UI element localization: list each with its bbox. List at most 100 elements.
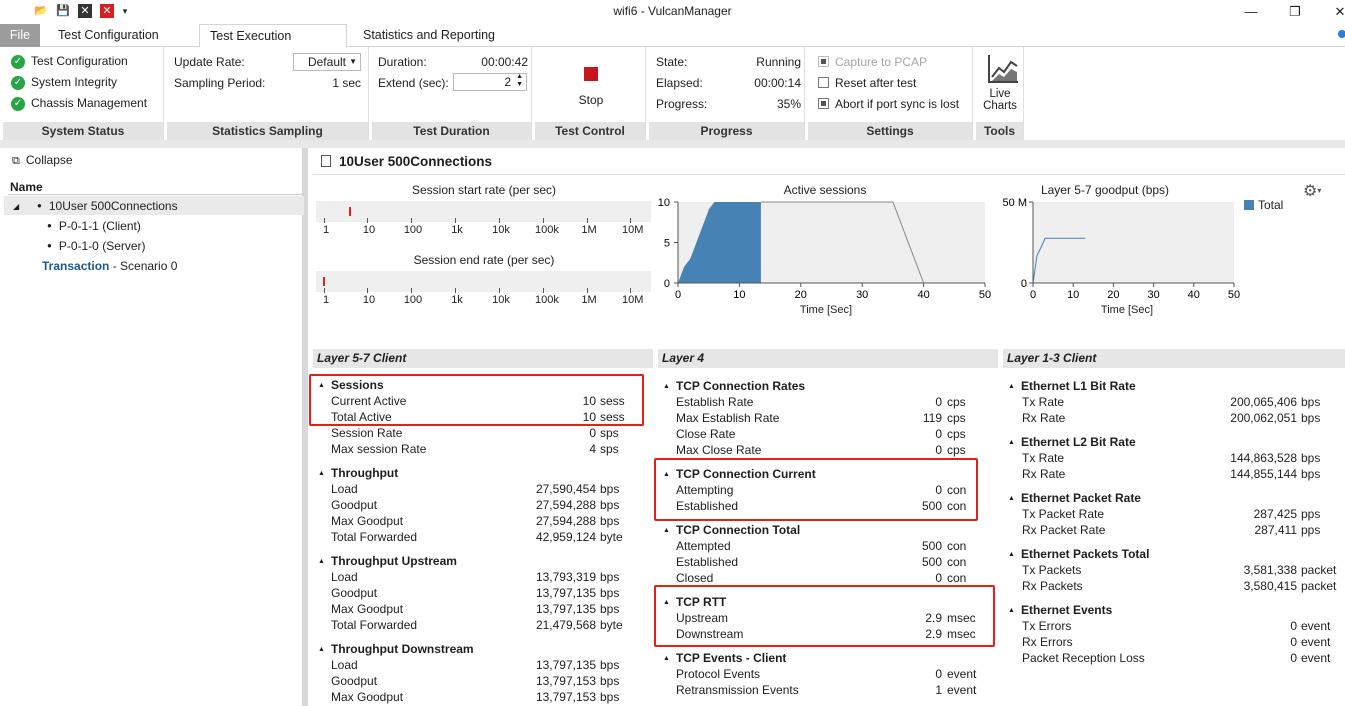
help-icon[interactable]: [1338, 30, 1345, 38]
stat-unit: bps: [1301, 467, 1321, 481]
stat-value: 0: [935, 571, 942, 585]
tree-item-root[interactable]: ● 10User 500Connections: [37, 199, 178, 213]
x-tick-label: 50: [1228, 289, 1240, 301]
tick-label: 1k: [451, 294, 463, 306]
check-icon: ✓: [11, 54, 25, 69]
tree-expand-icon[interactable]: ◢: [13, 200, 19, 214]
section-tcp-connection-rates[interactable]: TCP Connection Rates: [663, 379, 805, 396]
restore-icon[interactable]: ❐: [1280, 2, 1310, 22]
stat-unit: pps: [1301, 523, 1321, 537]
stat-unit: bps: [1301, 395, 1321, 409]
group-label: System Status: [3, 122, 163, 140]
status-system-integrity[interactable]: ✓ System Integrity: [11, 75, 117, 90]
section-tcp-rtt[interactable]: TCP RTT: [663, 595, 726, 612]
stop-button[interactable]: Stop: [571, 53, 611, 113]
stat-value: 0: [935, 667, 942, 681]
section-throughput[interactable]: Throughput: [318, 466, 398, 483]
minimize-icon[interactable]: —: [1236, 2, 1266, 22]
y-tick-label: 10: [658, 197, 670, 209]
status-chassis-management[interactable]: ✓ Chassis Management: [11, 96, 147, 111]
stat-value: 2.9: [925, 627, 942, 641]
stat-unit: packet: [1301, 579, 1337, 593]
section-ethernet-packets-total[interactable]: Ethernet Packets Total: [1008, 547, 1149, 564]
tree-item-server[interactable]: ● P-0-1-0 (Server): [47, 239, 146, 253]
tab-test-execution[interactable]: Test Execution: [199, 24, 347, 48]
tick-label: 1: [322, 224, 330, 236]
section-ethernet-l2-bit-rate[interactable]: Ethernet L2 Bit Rate: [1008, 435, 1136, 452]
collapse-button[interactable]: ⧉ Collapse: [12, 153, 73, 168]
checkbox-icon: [818, 56, 829, 67]
stat-unit: byte: [600, 618, 623, 632]
session-end-title: Session end rate (per sec): [413, 253, 555, 267]
stat-label: Rx Rate: [1022, 411, 1066, 425]
capture-pcap-checkbox[interactable]: Capture to PCAP: [818, 55, 927, 69]
section-tcp-connection-total[interactable]: TCP Connection Total: [663, 523, 800, 540]
tab-file[interactable]: File: [0, 24, 40, 47]
divider: [8, 194, 304, 195]
stat-value: 500: [921, 539, 942, 553]
sampling-period-value: 1 sec: [332, 76, 361, 90]
update-rate-select[interactable]: Default ▼: [293, 53, 361, 71]
stat-label: Max Close Rate: [676, 443, 762, 457]
tab-statistics-reporting[interactable]: Statistics and Reporting: [353, 24, 505, 47]
stat-label: Rx Packet Rate: [1022, 523, 1106, 537]
tick-mark: [587, 218, 588, 223]
session-end-marker: [323, 277, 325, 286]
stat-unit: con: [947, 555, 967, 569]
section-throughput-upstream[interactable]: Throughput Upstream: [318, 554, 457, 571]
stat-unit: bps: [1301, 451, 1321, 465]
section-throughput-downstream[interactable]: Throughput Downstream: [318, 642, 474, 659]
tick-label: 100: [403, 224, 423, 236]
spin-arrows-icon[interactable]: ▲ ▼: [516, 73, 523, 89]
y-tick-label: 5: [664, 238, 670, 250]
tick-mark: [543, 288, 544, 293]
tree-name-header: Name: [10, 180, 43, 194]
tree-item-transaction[interactable]: Transaction - Scenario 0: [42, 259, 177, 273]
section-tcp-connection-current[interactable]: TCP Connection Current: [663, 467, 816, 484]
tick-label: 10: [362, 224, 376, 236]
tree-item-client[interactable]: ● P-0-1-1 (Client): [47, 219, 141, 233]
group-settings: Capture to PCAP Reset after test Abort i…: [808, 47, 973, 140]
tick-mark: [455, 288, 456, 293]
goodput-chart: 0 10 20 30 40 50 0 50 M: [1003, 197, 1241, 301]
stat-label: Tx Packets: [1022, 563, 1082, 577]
section-ethernet-events[interactable]: Ethernet Events: [1008, 603, 1112, 620]
section-ethernet-l1-bit-rate[interactable]: Ethernet L1 Bit Rate: [1008, 379, 1136, 396]
abort-port-sync-checkbox[interactable]: Abort if port sync is lost: [818, 97, 959, 111]
transaction-link[interactable]: Transaction: [42, 259, 109, 273]
section-tcp-events-client[interactable]: TCP Events - Client: [663, 651, 786, 668]
bullet-icon: ●: [37, 201, 42, 210]
stat-value: 144,863,528: [1230, 451, 1297, 465]
stop-icon: [584, 67, 598, 81]
tree-pane: ⧉ Collapse Name ◢ ● 10User 500Connections …: [0, 148, 308, 706]
stat-label: Session Rate: [331, 426, 403, 440]
stat-label: Max Goodput: [331, 690, 404, 704]
close-window-icon[interactable]: ✕: [1325, 2, 1345, 22]
stat-label: Current Active: [331, 394, 407, 408]
tick-mark: [411, 218, 412, 223]
live-charts-button[interactable]: Live Charts: [978, 53, 1022, 115]
panel-header-l57: Layer 5-7 Client: [313, 349, 653, 368]
panel-header-l4: Layer 4: [658, 349, 998, 368]
tab-test-configuration[interactable]: Test Configuration: [48, 24, 169, 47]
status-test-configuration[interactable]: ✓ Test Configuration: [11, 54, 128, 69]
section-sessions[interactable]: Sessions: [318, 378, 384, 395]
stat-value: 27,594,288: [535, 498, 596, 512]
stat-unit: pps: [1301, 507, 1321, 521]
tick-mark: [367, 218, 368, 223]
group-progress: State: Running Elapsed: 00:00:14 Progres…: [649, 47, 805, 140]
stat-value: 13,797,153: [535, 674, 596, 688]
stat-value: 10: [582, 410, 596, 424]
check-icon: ✓: [11, 96, 25, 111]
tick-mark: [324, 218, 325, 223]
gear-icon[interactable]: ⚙▾: [1303, 181, 1321, 201]
sampling-period-label: Sampling Period:: [174, 76, 266, 90]
section-ethernet-packet-rate[interactable]: Ethernet Packet Rate: [1008, 491, 1141, 508]
reset-after-test-checkbox[interactable]: Reset after test: [818, 76, 916, 90]
stat-label: Protocol Events: [676, 667, 761, 681]
group-label: Tools: [976, 122, 1023, 140]
extend-stepper[interactable]: 2 ▲ ▼: [453, 73, 527, 91]
tick-mark: [367, 288, 368, 293]
tick-mark: [455, 218, 456, 223]
plot-area: [1033, 202, 1234, 283]
